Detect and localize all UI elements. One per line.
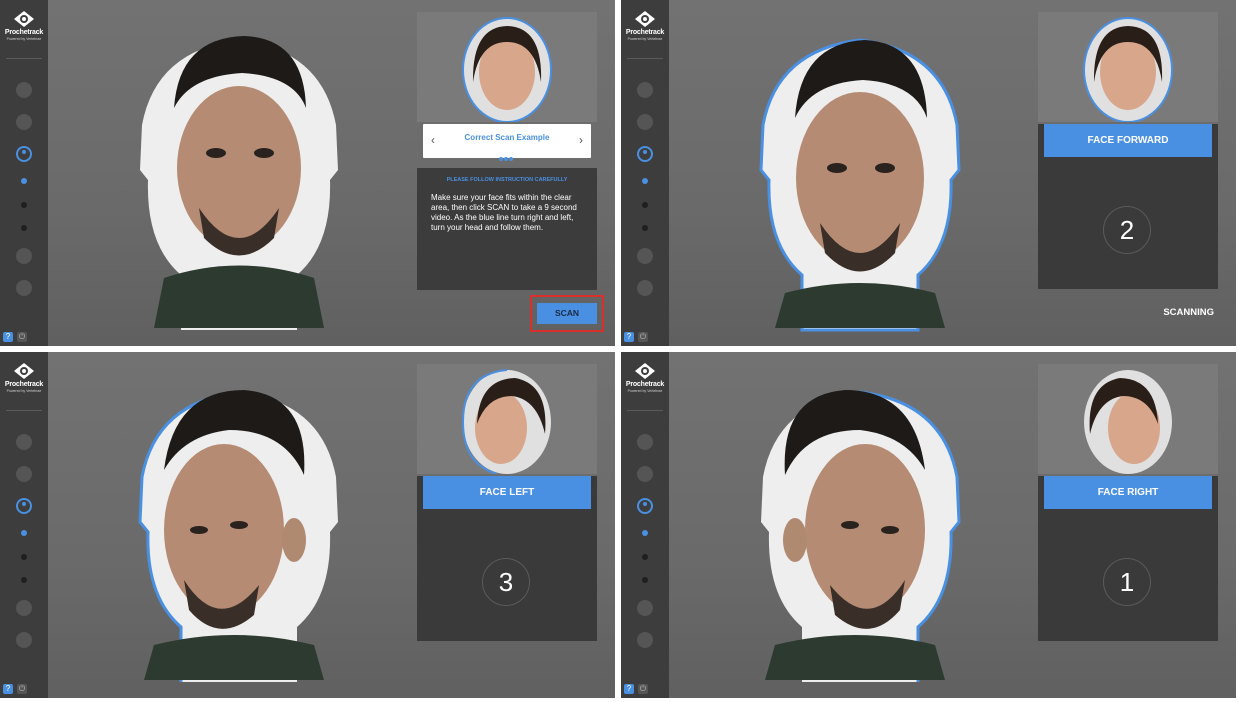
- step-dot-3[interactable]: [642, 577, 648, 583]
- camera-view: FACE LEFT 3: [48, 352, 615, 698]
- step-dot-2[interactable]: [21, 202, 27, 208]
- power-icon[interactable]: ⏻: [638, 332, 648, 342]
- help-icon[interactable]: ?: [3, 684, 13, 694]
- settings-icon[interactable]: [637, 114, 653, 130]
- face-forward-panel: Prochetrack Powered by Vertebrae ? ⏻ FAC…: [621, 0, 1236, 346]
- camera-view: FACE RIGHT 1: [669, 352, 1236, 698]
- countdown-number: 1: [1103, 558, 1151, 606]
- example-carousel: ‹ Correct Scan Example ›: [423, 124, 591, 161]
- help-icon[interactable]: ?: [3, 332, 13, 342]
- app-logo: Prochetrack Powered by Vertebrae: [0, 362, 48, 393]
- face-left-panel: Prochetrack Powered by Vertebrae ? ⏻ FAC…: [0, 352, 615, 698]
- step-dot-3[interactable]: [642, 225, 648, 231]
- help-icon[interactable]: ?: [624, 684, 634, 694]
- eye-icon: [635, 363, 655, 379]
- instruction-heading: PLEASE FOLLOW INSTRUCTION CAREFULLY: [446, 177, 568, 183]
- instruction-banner: FACE RIGHT: [1044, 476, 1212, 509]
- camera-icon[interactable]: [16, 248, 32, 264]
- user-face-video: [144, 390, 324, 680]
- user-face-video: [775, 40, 945, 328]
- camera-view: ‹ Correct Scan Example › PLEASE FOLLOW I…: [48, 0, 615, 346]
- camera-icon[interactable]: [637, 248, 653, 264]
- example-face-image: [462, 17, 552, 122]
- settings-icon[interactable]: [16, 466, 32, 482]
- sidebar: Prochetrack Powered by Vertebrae ? ⏻: [621, 352, 669, 698]
- user-face-video: [154, 36, 324, 328]
- camera-icon[interactable]: [637, 600, 653, 616]
- logo-subtext: Powered by Vertebrae: [6, 37, 42, 41]
- reference-face-box: [1038, 364, 1218, 474]
- step-dot-3[interactable]: [21, 225, 27, 231]
- sidebar-divider: [6, 58, 42, 59]
- download-icon[interactable]: [16, 280, 32, 296]
- logo-text: Prochetrack: [4, 29, 44, 36]
- download-icon[interactable]: [637, 280, 653, 296]
- download-icon[interactable]: [637, 632, 653, 648]
- face-scan-icon[interactable]: [637, 146, 653, 162]
- app-logo: Prochetrack Powered by Vertebrae: [621, 10, 669, 41]
- scanning-status: SCANNING: [1163, 307, 1214, 318]
- step-dot-1[interactable]: [642, 530, 648, 536]
- power-icon[interactable]: ⏻: [17, 684, 27, 694]
- step-dot-3[interactable]: [21, 577, 27, 583]
- carousel-title: Correct Scan Example: [464, 133, 550, 142]
- instruction-panel: PLEASE FOLLOW INSTRUCTION CAREFULLY Make…: [417, 168, 597, 290]
- step-dot-2[interactable]: [642, 202, 648, 208]
- carousel-next-button[interactable]: ›: [579, 133, 583, 147]
- download-icon[interactable]: [16, 632, 32, 648]
- reference-face-right-image: [1084, 370, 1172, 474]
- example-face-box: [417, 12, 597, 122]
- logo-text: Prochetrack: [625, 29, 665, 36]
- settings-icon[interactable]: [637, 466, 653, 482]
- sidebar: Prochetrack Powered by Vertebrae ? ⏻: [0, 352, 48, 698]
- reference-face-box: [1038, 12, 1218, 122]
- help-icon[interactable]: ?: [624, 332, 634, 342]
- logo-text: Prochetrack: [625, 381, 665, 388]
- app-logo: Prochetrack Powered by Vertebrae: [621, 362, 669, 393]
- face-scan-icon[interactable]: [16, 146, 32, 162]
- user-face-video: [765, 390, 945, 680]
- scan-intro-panel: Prochetrack Powered by Vertebrae ? ⏻ ‹ C…: [0, 0, 615, 346]
- power-icon[interactable]: ⏻: [17, 332, 27, 342]
- pencil-icon[interactable]: [637, 434, 653, 450]
- logo-subtext: Powered by Vertebrae: [627, 37, 663, 41]
- app-logo: Prochetrack Powered by Vertebrae: [0, 10, 48, 41]
- sidebar: Prochetrack Powered by Vertebrae ? ⏻: [621, 0, 669, 346]
- logo-subtext: Powered by Vertebrae: [627, 389, 663, 393]
- pencil-icon[interactable]: [16, 434, 32, 450]
- step-dot-2[interactable]: [642, 554, 648, 560]
- carousel-pagination[interactable]: [499, 148, 515, 161]
- reference-face-forward-image: [1083, 17, 1173, 122]
- step-dot-1[interactable]: [21, 178, 27, 184]
- eye-icon: [635, 11, 655, 27]
- countdown-number: 2: [1103, 206, 1151, 254]
- reference-face-left-image: [461, 369, 551, 474]
- reference-face-box: [417, 364, 597, 474]
- instruction-banner: FACE FORWARD: [1044, 124, 1212, 157]
- sidebar-divider: [627, 58, 663, 59]
- step-dot-1[interactable]: [21, 530, 27, 536]
- step-dot-1[interactable]: [642, 178, 648, 184]
- countdown-number: 3: [482, 558, 530, 606]
- pencil-icon[interactable]: [16, 82, 32, 98]
- instruction-banner: FACE LEFT: [423, 476, 591, 509]
- face-right-panel: Prochetrack Powered by Vertebrae ? ⏻ FAC…: [621, 352, 1236, 698]
- sidebar: Prochetrack Powered by Vertebrae ? ⏻: [0, 0, 48, 346]
- sidebar-divider: [6, 410, 42, 411]
- sidebar-divider: [627, 410, 663, 411]
- step-dot-2[interactable]: [21, 554, 27, 560]
- instruction-body: Make sure your face fits within the clea…: [431, 193, 577, 232]
- face-scan-icon[interactable]: [637, 498, 653, 514]
- power-icon[interactable]: ⏻: [638, 684, 648, 694]
- eye-icon: [14, 11, 34, 27]
- logo-text: Prochetrack: [4, 381, 44, 388]
- eye-icon: [14, 363, 34, 379]
- logo-subtext: Powered by Vertebrae: [6, 389, 42, 393]
- scan-button[interactable]: SCAN: [537, 303, 597, 324]
- camera-icon[interactable]: [16, 600, 32, 616]
- camera-view: FACE FORWARD 2 SCANNING: [669, 0, 1236, 346]
- settings-icon[interactable]: [16, 114, 32, 130]
- pencil-icon[interactable]: [637, 82, 653, 98]
- face-scan-icon[interactable]: [16, 498, 32, 514]
